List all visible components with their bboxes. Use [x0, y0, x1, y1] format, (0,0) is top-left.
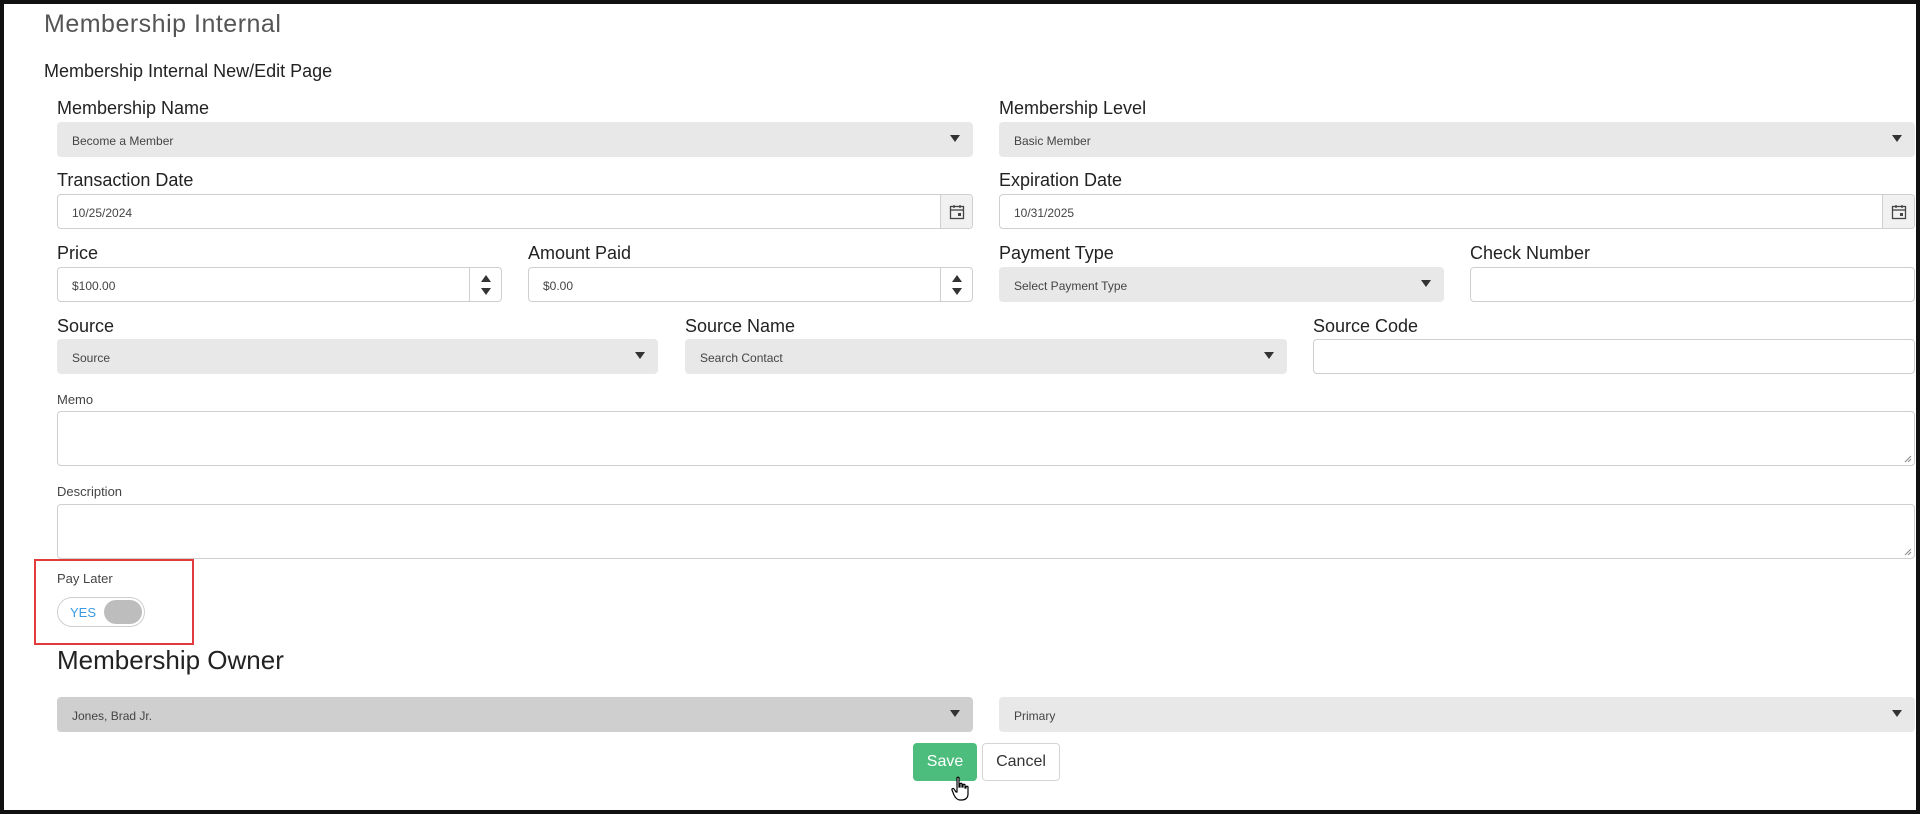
- membership-level-value: Basic Member: [1014, 134, 1091, 148]
- transaction-date-value: 10/25/2024: [72, 206, 133, 220]
- chevron-down-icon: [1264, 352, 1274, 359]
- price-stepper[interactable]: $100.00: [57, 267, 502, 302]
- page-title: Membership Internal: [44, 10, 282, 38]
- cancel-button[interactable]: Cancel: [982, 743, 1060, 781]
- amount-paid-value: $0.00: [543, 279, 574, 293]
- expiration-date-input[interactable]: 10/31/2025: [999, 194, 1915, 229]
- owner-role-select[interactable]: Primary: [999, 697, 1915, 732]
- transaction-date-input[interactable]: 10/25/2024: [57, 194, 973, 229]
- chevron-down-icon: [950, 135, 960, 142]
- transaction-date-label: Transaction Date: [57, 170, 194, 190]
- chevron-down-icon: [1892, 710, 1902, 717]
- toggle-knob: [104, 600, 142, 624]
- calendar-icon[interactable]: [940, 195, 972, 228]
- membership-name-value: Become a Member: [72, 134, 174, 148]
- resize-handle-icon[interactable]: [1904, 548, 1912, 556]
- calendar-icon[interactable]: [1882, 195, 1914, 228]
- payment-type-label: Payment Type: [999, 243, 1114, 263]
- owner-contact-select[interactable]: Jones, Brad Jr.: [57, 697, 973, 732]
- memo-textarea[interactable]: [57, 411, 1915, 466]
- spinner-arrows-icon[interactable]: [469, 268, 501, 301]
- source-value: Source: [72, 351, 111, 365]
- chevron-down-icon: [1892, 135, 1902, 142]
- resize-handle-icon[interactable]: [1904, 455, 1912, 463]
- payment-type-value: Select Payment Type: [1014, 279, 1128, 293]
- check-number-input[interactable]: [1470, 267, 1915, 302]
- page-subtitle: Membership Internal New/Edit Page: [44, 61, 333, 81]
- description-textarea[interactable]: [57, 504, 1915, 559]
- source-name-select[interactable]: Search Contact: [685, 339, 1287, 374]
- chevron-down-icon: [1421, 280, 1431, 287]
- expiration-date-label: Expiration Date: [999, 170, 1123, 190]
- spinner-arrows-icon[interactable]: [940, 268, 972, 301]
- source-select[interactable]: Source: [57, 339, 658, 374]
- pay-later-state: YES: [70, 605, 97, 620]
- description-label: Description: [57, 484, 123, 499]
- owner-role-value: Primary: [1014, 709, 1056, 723]
- pay-later-label: Pay Later: [57, 571, 113, 586]
- amount-paid-stepper[interactable]: $0.00: [528, 267, 973, 302]
- pay-later-toggle[interactable]: YES: [57, 597, 145, 627]
- owner-contact-value: Jones, Brad Jr.: [72, 709, 153, 723]
- amount-paid-label: Amount Paid: [528, 243, 632, 263]
- source-code-input[interactable]: [1313, 339, 1915, 374]
- membership-name-select[interactable]: Become a Member: [57, 122, 973, 157]
- source-name-value: Search Contact: [700, 351, 783, 365]
- membership-level-label: Membership Level: [999, 98, 1147, 118]
- source-code-label: Source Code: [1313, 316, 1419, 336]
- price-value: $100.00: [72, 279, 116, 293]
- memo-label: Memo: [57, 392, 94, 407]
- hand-pointer-icon: [951, 776, 969, 801]
- price-label: Price: [57, 243, 99, 263]
- membership-owner-title: Membership Owner: [57, 645, 284, 675]
- membership-name-label: Membership Name: [57, 98, 210, 118]
- membership-level-select[interactable]: Basic Member: [999, 122, 1915, 157]
- payment-type-select[interactable]: Select Payment Type: [999, 267, 1444, 302]
- check-number-label: Check Number: [1470, 243, 1591, 263]
- expiration-date-value: 10/31/2025: [1014, 206, 1075, 220]
- source-label: Source: [57, 316, 115, 336]
- chevron-down-icon: [635, 352, 645, 359]
- source-name-label: Source Name: [685, 316, 796, 336]
- chevron-down-icon: [950, 710, 960, 717]
